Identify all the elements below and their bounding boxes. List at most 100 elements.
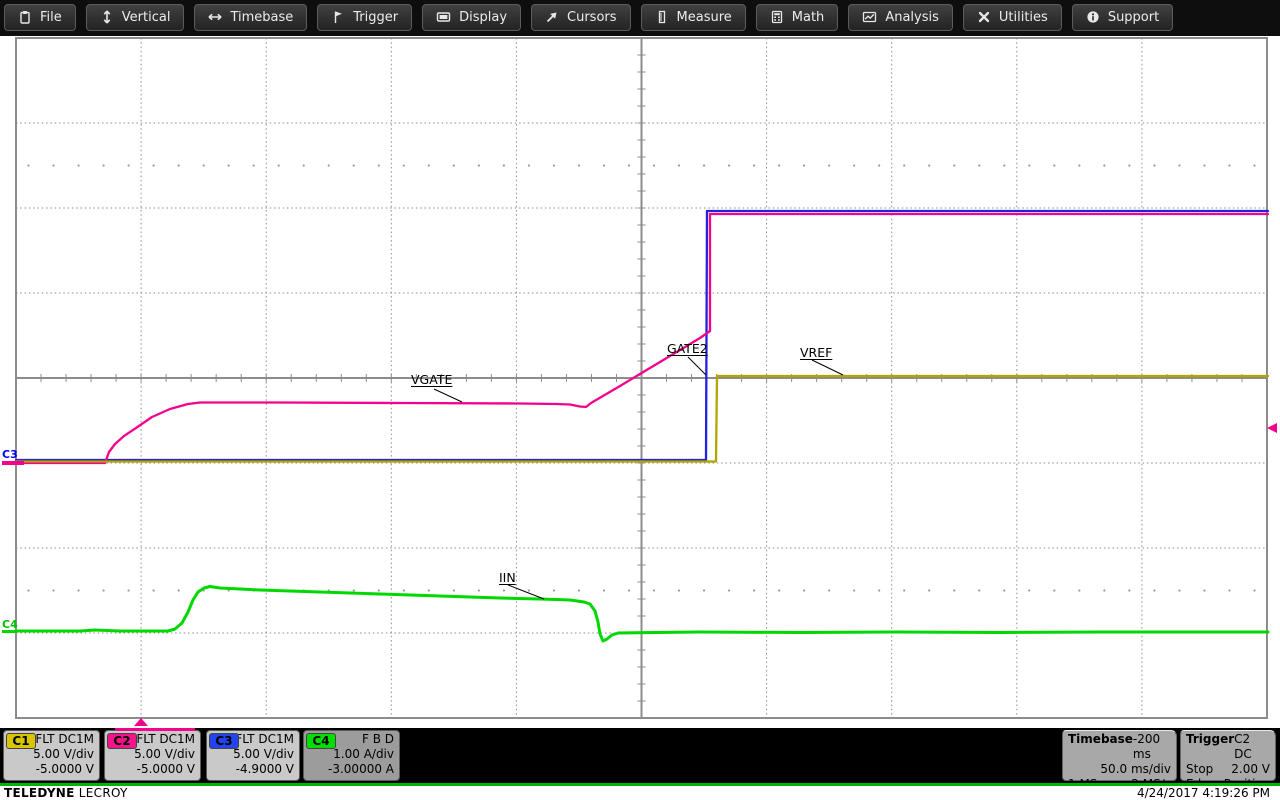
datetime-display: 4/24/2017 4:19:26 PM (1137, 786, 1270, 800)
channel-scale: 5.00 V/div (212, 747, 294, 762)
grid-minor-dot (678, 589, 680, 591)
grid-minor-dot (328, 164, 330, 166)
grid-minor-dot (1253, 589, 1255, 591)
channel-zero-marker-c3[interactable]: C3 (2, 448, 18, 461)
trigger-level-marker[interactable] (1267, 423, 1277, 433)
grid-minor-dot (578, 589, 580, 591)
trace-label-iin: IIN (499, 570, 516, 585)
channel-c2-indicator (115, 728, 195, 731)
grid-minor-dot (903, 164, 905, 166)
grid-minor-dot (353, 589, 355, 591)
grid-minor-dot (228, 164, 230, 166)
grid-minor-dot (603, 589, 605, 591)
channel-descriptor-c3[interactable]: C3 FLT DC1M 5.00 V/div -4.9000 V (206, 730, 300, 781)
channel-tab-c1[interactable]: C1 (6, 733, 36, 749)
channel-tab-c3[interactable]: C3 (209, 733, 239, 749)
channel-descriptor-c2[interactable]: C2 FLT DC1M 5.00 V/div -5.0000 V (104, 730, 201, 781)
grid-minor-dot (478, 589, 480, 591)
grid-minor-dot (928, 589, 930, 591)
grid-minor-dot (1128, 589, 1130, 591)
grid-minor-dot (878, 164, 880, 166)
grid-minor-dot (978, 589, 980, 591)
trigger-source: C2 DC (1234, 732, 1270, 762)
grid-minor-dot (153, 164, 155, 166)
grid-minor-dot (77, 589, 79, 591)
grid-minor-dot (803, 164, 805, 166)
grid-minor-dot (728, 589, 730, 591)
grid-minor-dot (1228, 589, 1230, 591)
grid-minor-dot (1028, 164, 1030, 166)
grid-minor-dot (52, 164, 54, 166)
grid-minor-dot (1053, 164, 1055, 166)
channel-tab-c2[interactable]: C2 (107, 733, 137, 749)
grid-minor-dot (1253, 164, 1255, 166)
channel-descriptor-c4[interactable]: C4 F B D 1.00 A/div -3.00000 A (303, 730, 400, 781)
grid-minor-dot (278, 164, 280, 166)
grid-minor-dot (503, 589, 505, 591)
grid-minor-dot (603, 164, 605, 166)
grid-minor-dot (1103, 164, 1105, 166)
channel-tab-c4[interactable]: C4 (306, 733, 336, 749)
grid-minor-dot (102, 589, 104, 591)
channel-scale: 5.00 V/div (9, 747, 94, 762)
trigger-descriptor[interactable]: Trigger C2 DC Stop 2.00 V Edge Positive (1180, 730, 1276, 781)
waveform-display: VGATEGATE2VREFIINC3C4 (0, 0, 1280, 800)
grid-minor-dot (828, 589, 830, 591)
channel-zero-bar (2, 630, 16, 633)
grid-minor-dot (303, 164, 305, 166)
grid-minor-dot (178, 589, 180, 591)
grid-minor-dot (378, 589, 380, 591)
grid-minor-dot (953, 164, 955, 166)
grid-minor-dot (127, 589, 129, 591)
channel-zero-marker-c4[interactable]: C4 (2, 618, 18, 631)
grid-minor-dot (1128, 164, 1130, 166)
grid-minor-dot (178, 164, 180, 166)
grid-minor-dot (27, 589, 29, 591)
timebase-descriptor[interactable]: Timebase -200 ms 50.0 ms/div 1 MS 2 MS/s (1062, 730, 1177, 781)
channel-offset: -3.00000 A (309, 762, 394, 777)
grid-minor-dot (253, 164, 255, 166)
teledyne-lecroy-logo: TELEDYNE LECROY (4, 786, 128, 800)
grid-minor-dot (703, 164, 705, 166)
grid-minor-dot (1078, 164, 1080, 166)
trigger-mode: Stop (1186, 762, 1213, 777)
label-callout-line (688, 357, 706, 375)
grid-minor-dot (553, 164, 555, 166)
grid-minor-dot (1103, 589, 1105, 591)
grid-minor-dot (428, 164, 430, 166)
channel-scale: 5.00 V/div (110, 747, 195, 762)
grid-minor-dot (978, 164, 980, 166)
grid-minor-dot (503, 164, 505, 166)
grid-minor-dot (628, 589, 630, 591)
grid-minor-dot (1078, 589, 1080, 591)
grid-minor-dot (653, 589, 655, 591)
grid-minor-dot (528, 589, 530, 591)
grid-minor-dot (203, 164, 205, 166)
channel-descriptor-c1[interactable]: C1 FLT DC1M 5.00 V/div -5.0000 V (3, 730, 100, 781)
grid-minor-dot (127, 164, 129, 166)
grid-minor-dot (878, 589, 880, 591)
grid-minor-dot (403, 164, 405, 166)
channel-offset: -5.0000 V (9, 762, 94, 777)
grid-minor-dot (378, 164, 380, 166)
grid-minor-dot (728, 164, 730, 166)
grid-minor-dot (102, 164, 104, 166)
trace-label-vref: VREF (800, 345, 832, 360)
timebase-scale: 50.0 ms/div (1100, 762, 1171, 777)
grid-minor-dot (803, 589, 805, 591)
grid-minor-dot (628, 164, 630, 166)
grid-minor-dot (428, 589, 430, 591)
grid-minor-dot (1053, 589, 1055, 591)
label-callout-line (812, 360, 843, 375)
channel-offset: -5.0000 V (110, 762, 195, 777)
grid-minor-dot (1203, 164, 1205, 166)
grid-minor-dot (853, 164, 855, 166)
trigger-level: 2.00 V (1231, 762, 1270, 777)
grid-minor-dot (953, 589, 955, 591)
grid-minor-dot (1203, 589, 1205, 591)
grid-minor-dot (678, 164, 680, 166)
grid-minor-dot (528, 164, 530, 166)
grid-minor-dot (828, 164, 830, 166)
grid-minor-dot (27, 164, 29, 166)
trigger-time-marker[interactable] (134, 718, 148, 726)
